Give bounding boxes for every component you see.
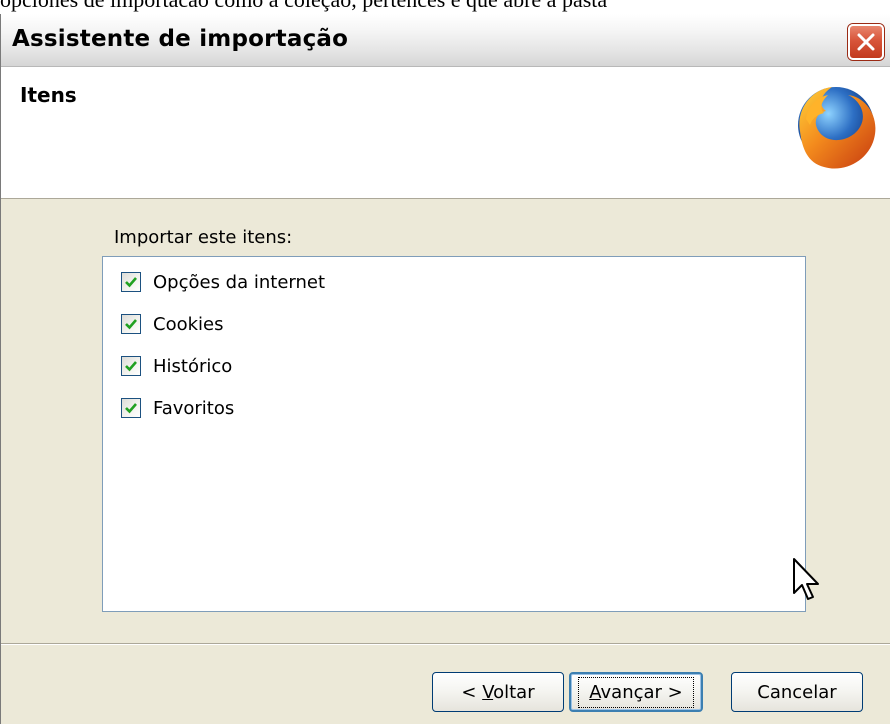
item-internet-options[interactable]: Opções da internet [121,269,325,295]
wizard-body: Importar este itens: Opções da internet … [0,199,890,724]
next-rest: vançar > [600,681,683,703]
back-button[interactable]: < Voltar [432,672,564,712]
import-wizard-dialog: Assistente de importação Itens Importar … [0,14,890,724]
close-button[interactable] [848,24,884,60]
back-button-label: < Voltar [461,682,534,703]
next-button[interactable]: Avançar > [569,672,703,712]
checkmark-icon [125,361,137,372]
checkbox-history[interactable] [121,356,141,376]
window-title: Assistente de importação [12,26,349,52]
next-button-label: Avançar > [578,676,694,708]
back-prefix: < [461,681,483,703]
item-label: Opções da internet [153,271,326,293]
firefox-logo-icon [798,87,876,169]
window-left-border [0,14,7,724]
page-title: Itens [20,83,77,107]
mouse-cursor-icon [793,558,819,600]
background-page-text: opciones de importacao como a coleção, p… [0,0,890,12]
item-cookies[interactable]: Cookies [121,311,223,337]
item-label: Cookies [153,313,224,335]
checkbox-favorites[interactable] [121,398,141,418]
back-mnemonic: V [482,681,494,703]
title-bar[interactable]: Assistente de importação [0,14,890,67]
checkmark-icon [125,277,137,288]
next-mnemonic: A [589,681,601,703]
checkbox-cookies[interactable] [121,314,141,334]
items-listbox[interactable]: Opções da internet Cookies Histórico Fav… [102,256,806,612]
wizard-header: Itens [0,67,890,199]
checkmark-icon [125,319,137,330]
item-label: Favoritos [153,397,235,419]
back-rest: oltar [493,681,535,703]
cancel-button-label: Cancelar [757,681,837,703]
item-history[interactable]: Histórico [121,353,232,379]
footer-divider [0,643,890,645]
checkbox-internet-options[interactable] [121,272,141,292]
item-label: Histórico [153,355,233,377]
close-icon [857,33,875,51]
import-items-label: Importar este itens: [114,227,293,248]
cancel-button[interactable]: Cancelar [731,672,863,712]
checkmark-icon [125,403,137,414]
item-favorites[interactable]: Favoritos [121,395,234,421]
